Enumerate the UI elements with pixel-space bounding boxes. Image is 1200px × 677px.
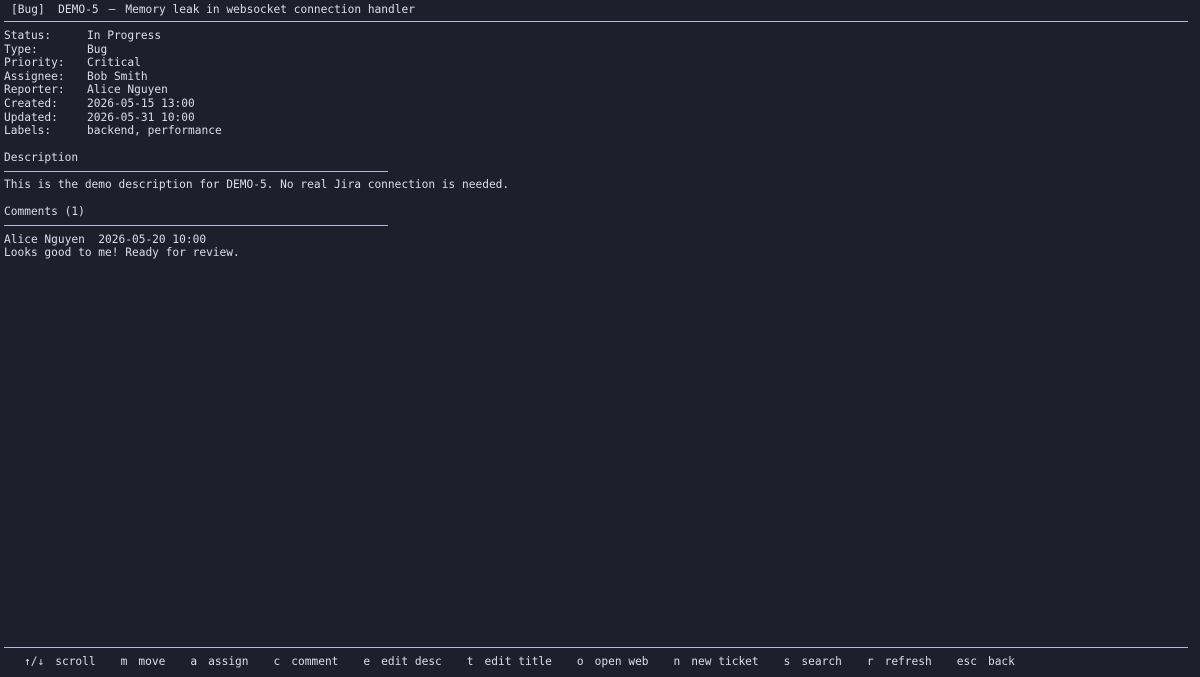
key-hint: a bbox=[190, 655, 198, 668]
field-value: 2026-05-31 10:00 bbox=[87, 110, 195, 124]
ticket-fields: Status: In Progress Type: Bug Priority: Cri… bbox=[4, 29, 222, 138]
key-action: back bbox=[987, 655, 1015, 668]
field-labels: Labels: backend, performance bbox=[4, 124, 222, 138]
header-separator: — bbox=[108, 3, 116, 16]
field-type: Type: Bug bbox=[4, 43, 222, 57]
ticket-title: Memory leak in websocket connection hand… bbox=[125, 3, 415, 16]
ticket-header: [Bug] DEMO-5 — Memory leak in websocket co… bbox=[11, 2, 415, 18]
field-value: Bug bbox=[87, 42, 108, 56]
keybinding-bar: ↑/↓ scroll m move a assign c comment e edit d… bbox=[24, 654, 1040, 670]
field-priority: Priority: Critical bbox=[4, 56, 222, 70]
field-label: Labels: bbox=[4, 124, 52, 138]
key-hint: e bbox=[363, 655, 371, 668]
key-action: open web bbox=[594, 655, 649, 668]
key-action: new ticket bbox=[691, 655, 759, 668]
description-divider bbox=[4, 171, 388, 172]
field-label: Updated: bbox=[4, 110, 58, 124]
key-hint: c bbox=[273, 655, 281, 668]
header-divider bbox=[4, 21, 1188, 22]
field-label: Type: bbox=[4, 42, 38, 56]
comments-divider bbox=[4, 225, 388, 226]
footer-divider bbox=[4, 647, 1188, 648]
key-action: edit title bbox=[484, 655, 552, 668]
field-value: Bob Smith bbox=[87, 69, 148, 83]
field-status: Status: In Progress bbox=[4, 29, 222, 43]
keybind-refresh[interactable]: r refresh bbox=[867, 654, 932, 670]
keybind-comment[interactable]: c comment bbox=[274, 654, 339, 670]
keybind-assign[interactable]: a assign bbox=[190, 654, 248, 670]
key-hint: o bbox=[576, 655, 584, 668]
key-action: comment bbox=[291, 655, 339, 668]
field-label: Reporter: bbox=[4, 83, 65, 97]
key-action: move bbox=[138, 655, 166, 668]
comments-heading: Comments (1) bbox=[4, 205, 85, 218]
field-value: Critical bbox=[87, 56, 141, 70]
key-hint: ↑/↓ bbox=[24, 655, 45, 668]
field-value: Alice Nguyen bbox=[87, 83, 168, 97]
key-action: search bbox=[801, 655, 842, 668]
description-heading: Description bbox=[4, 151, 79, 164]
key-hint: esc bbox=[956, 655, 977, 668]
field-label: Status: bbox=[4, 29, 52, 42]
key-hint: s bbox=[783, 655, 791, 668]
comment-author-line: Alice Nguyen 2026-05-20 10:00 bbox=[4, 233, 207, 246]
field-label: Assignee: bbox=[4, 69, 65, 83]
ticket-key: DEMO-5 bbox=[58, 3, 99, 16]
key-hint: t bbox=[466, 655, 474, 668]
key-action: scroll bbox=[55, 655, 96, 668]
ticket-type-tag: [Bug] bbox=[11, 3, 45, 16]
keybind-edit-title[interactable]: t edit title bbox=[467, 654, 552, 670]
field-created: Created: 2026-05-15 13:00 bbox=[4, 97, 222, 111]
key-action: refresh bbox=[884, 655, 932, 668]
keybind-open-web[interactable]: o open web bbox=[577, 654, 649, 670]
terminal-window: [Bug] DEMO-5 — Memory leak in websocket co… bbox=[0, 0, 1200, 677]
keybind-search[interactable]: s search bbox=[784, 654, 842, 670]
key-hint: m bbox=[120, 655, 128, 668]
key-action: edit desc bbox=[381, 655, 442, 668]
key-hint: r bbox=[866, 655, 874, 668]
keybind-edit-desc[interactable]: e edit desc bbox=[363, 654, 441, 670]
field-label: Created: bbox=[4, 96, 58, 110]
keybind-move[interactable]: m move bbox=[121, 654, 166, 670]
field-updated: Updated: 2026-05-31 10:00 bbox=[4, 111, 222, 125]
field-reporter: Reporter: Alice Nguyen bbox=[4, 83, 222, 97]
field-assignee: Assignee: Bob Smith bbox=[4, 70, 222, 84]
key-action: assign bbox=[208, 655, 249, 668]
field-label: Priority: bbox=[4, 56, 65, 70]
field-value: backend, performance bbox=[87, 124, 222, 138]
field-value: 2026-05-15 13:00 bbox=[87, 96, 195, 110]
description-text: This is the demo description for DEMO-5.… bbox=[4, 178, 510, 191]
keybind-new-ticket[interactable]: n new ticket bbox=[674, 654, 759, 670]
comment-body: Looks good to me! Ready for review. bbox=[4, 246, 240, 259]
keybind-back[interactable]: esc back bbox=[957, 654, 1015, 670]
keybind-scroll[interactable]: ↑/↓ scroll bbox=[24, 654, 96, 670]
field-value: In Progress bbox=[87, 29, 162, 42]
key-hint: n bbox=[673, 655, 681, 668]
